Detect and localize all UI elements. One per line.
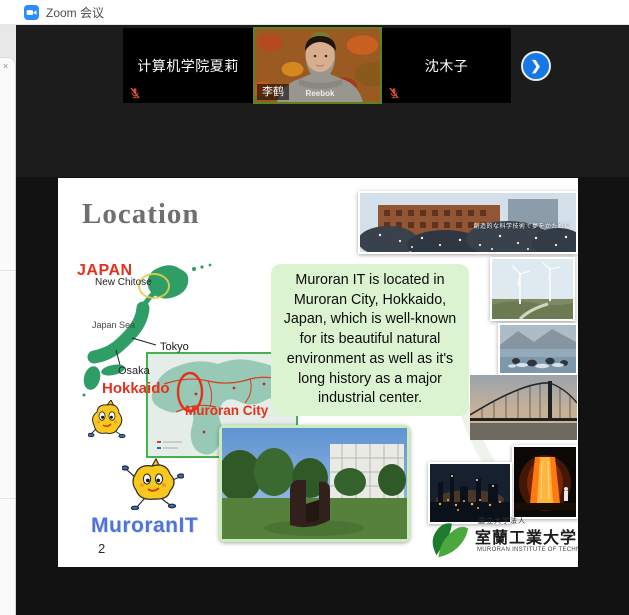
participant-name-tag: 李鹤 — [257, 84, 289, 100]
campus-photo-caption: 創造的な科学技術で夢をかたちに — [473, 221, 571, 230]
logo-university-name: 室蘭工業大学 — [475, 524, 577, 548]
wind-turbines-photo — [490, 257, 575, 321]
panel-divider — [0, 498, 15, 499]
video-strip: 计算机学院夏莉 Reebok 李鹤 沈木子 — [16, 25, 629, 177]
description-textbox: Muroran IT is located in Muroran City, H… — [271, 264, 469, 416]
logo-university-name-en: MURORAN INSTITUTE OF TECHNOLOGY — [477, 547, 578, 553]
label-osaka: Osaka — [118, 365, 150, 377]
slide-title: Location — [82, 198, 200, 231]
suspension-bridge-photo — [470, 375, 577, 440]
leaf-logo-icon — [426, 516, 470, 560]
mascot-name-text: MuroranIT — [91, 514, 198, 538]
participant-name: 计算机学院夏莉 — [123, 56, 253, 76]
campus-sculpture-photo — [219, 425, 410, 542]
description-text: Muroran IT is located in Muroran City, H… — [281, 271, 459, 409]
participant-name: 沈木子 — [382, 56, 511, 76]
shared-screen-area: Location JAPAN New Chitose Japan Sea Tok… — [16, 177, 629, 615]
background-panel: × — [0, 57, 16, 615]
label-japan-sea: Japan Sea — [92, 320, 135, 330]
horses-in-sea-photo — [498, 323, 578, 375]
shirt-text: Reebok — [306, 89, 335, 98]
window-titlebar[interactable]: Zoom 会议 — [0, 0, 629, 25]
participant-tile-1[interactable]: 计算机学院夏莉 — [123, 28, 253, 103]
label-muroran-city: Muroran City — [185, 403, 268, 418]
mascot-character-small — [88, 400, 126, 438]
chevron-right-icon: ❯ — [531, 58, 542, 74]
background-window-edge[interactable]: × — [0, 25, 16, 615]
mascot-character-large — [122, 458, 184, 510]
label-hokkaido: Hokkaido — [102, 380, 170, 397]
university-logo: 国立大学法人 室蘭工業大学 MURORAN INSTITUTE OF TECHN… — [426, 514, 576, 564]
close-icon[interactable]: × — [3, 62, 8, 71]
next-participants-button[interactable]: ❯ — [521, 51, 551, 81]
slide-page-number: 2 — [98, 541, 105, 556]
muted-mic-icon — [129, 86, 141, 98]
muted-mic-icon — [388, 86, 400, 98]
screen: Zoom 会议 × 计算机学院夏莉 — [0, 0, 629, 615]
label-new-chitose: New Chitose — [95, 277, 152, 288]
panel-divider — [0, 270, 15, 271]
participant-tile-3[interactable]: 沈木子 — [382, 28, 511, 103]
presentation-slide: Location JAPAN New Chitose Japan Sea Tok… — [58, 178, 578, 567]
label-tokyo: Tokyo — [160, 341, 189, 353]
campus-winter-photo: 創造的な科学技術で夢をかたちに — [358, 191, 578, 254]
window-title: Zoom 会议 — [46, 4, 104, 21]
steel-mill-photo — [512, 445, 578, 519]
zoom-app-icon — [24, 5, 39, 20]
participant-tile-2-video[interactable]: Reebok 李鹤 — [253, 27, 382, 104]
